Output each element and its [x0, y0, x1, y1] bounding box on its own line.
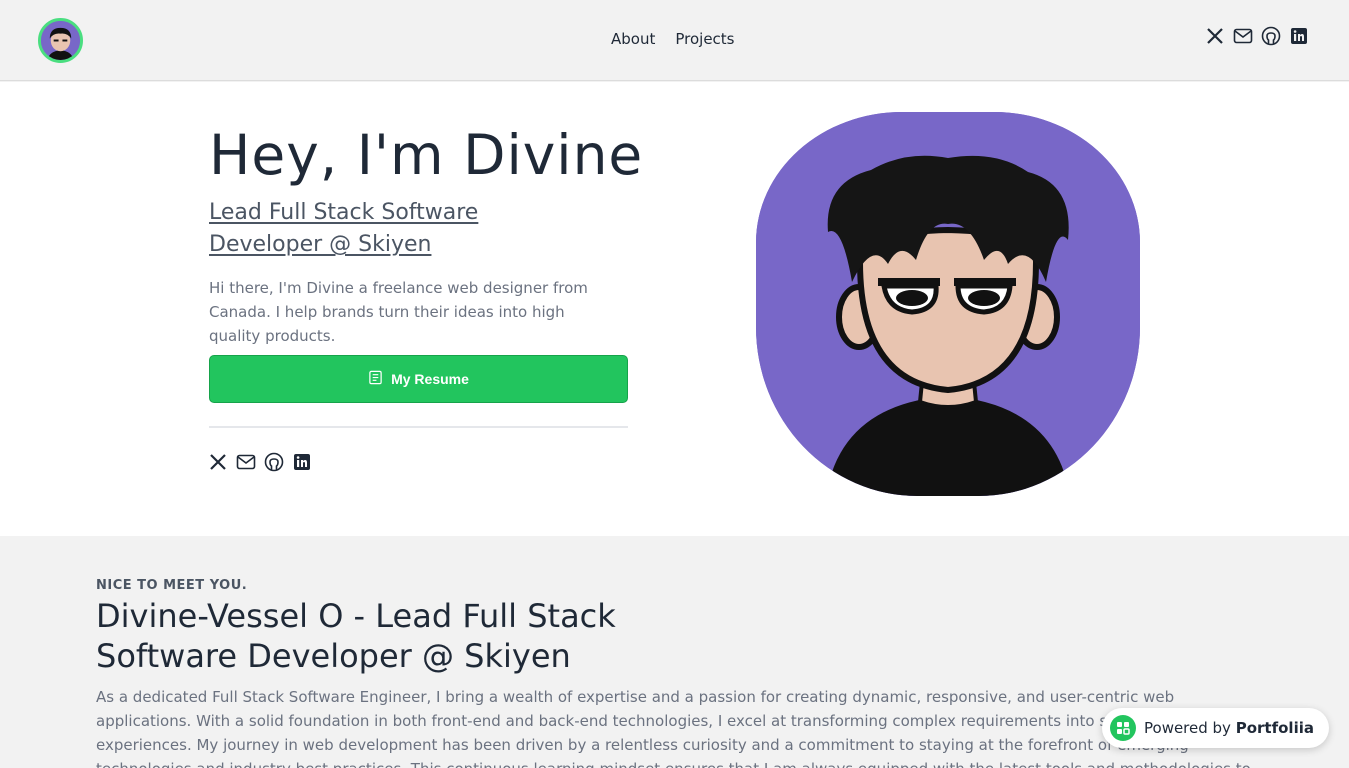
avatar-logo[interactable]	[38, 18, 83, 63]
divider	[209, 426, 628, 428]
mail-icon[interactable]	[236, 452, 256, 472]
hero-bio: Hi there, I'm Divine a freelance web des…	[209, 279, 588, 345]
portfoliia-logo-icon	[1110, 715, 1136, 741]
header-social-icons	[1205, 26, 1309, 46]
main-nav: About Projects	[611, 30, 735, 48]
profile-avatar-illustration	[756, 112, 1140, 496]
powered-by-badge[interactable]: Powered by Portfoliia	[1102, 708, 1329, 748]
resume-button-label: My Resume	[391, 371, 469, 387]
github-icon[interactable]	[264, 452, 284, 472]
powered-by-text: Powered by Portfoliia	[1144, 719, 1314, 737]
nav-projects[interactable]: Projects	[675, 30, 734, 48]
hero-social-icons	[208, 452, 312, 472]
site-header: About Projects	[0, 0, 1349, 81]
powered-by-brand: Portfoliia	[1235, 719, 1314, 737]
x-icon[interactable]	[208, 452, 228, 472]
section-eyebrow: NICE TO MEET YOU.	[96, 578, 248, 593]
x-icon[interactable]	[1205, 26, 1225, 46]
document-icon	[368, 370, 383, 388]
github-icon[interactable]	[1261, 26, 1281, 46]
linkedin-icon[interactable]	[292, 452, 312, 472]
resume-button[interactable]: My Resume	[209, 355, 628, 403]
hero-section: Hey, I'm Divine Lead Full Stack Software…	[0, 82, 1349, 536]
about-text: As a dedicated Full Stack Software Engin…	[96, 688, 1251, 768]
nav-about[interactable]: About	[611, 30, 655, 48]
mail-icon[interactable]	[1233, 26, 1253, 46]
linkedin-icon[interactable]	[1289, 26, 1309, 46]
about-title: Divine-Vessel O - Lead Full Stack Softwa…	[96, 597, 616, 675]
hero-title: Hey, I'm Divine	[209, 123, 644, 187]
hero-role-link[interactable]: Lead Full Stack Software Developer @ Ski…	[209, 197, 539, 261]
